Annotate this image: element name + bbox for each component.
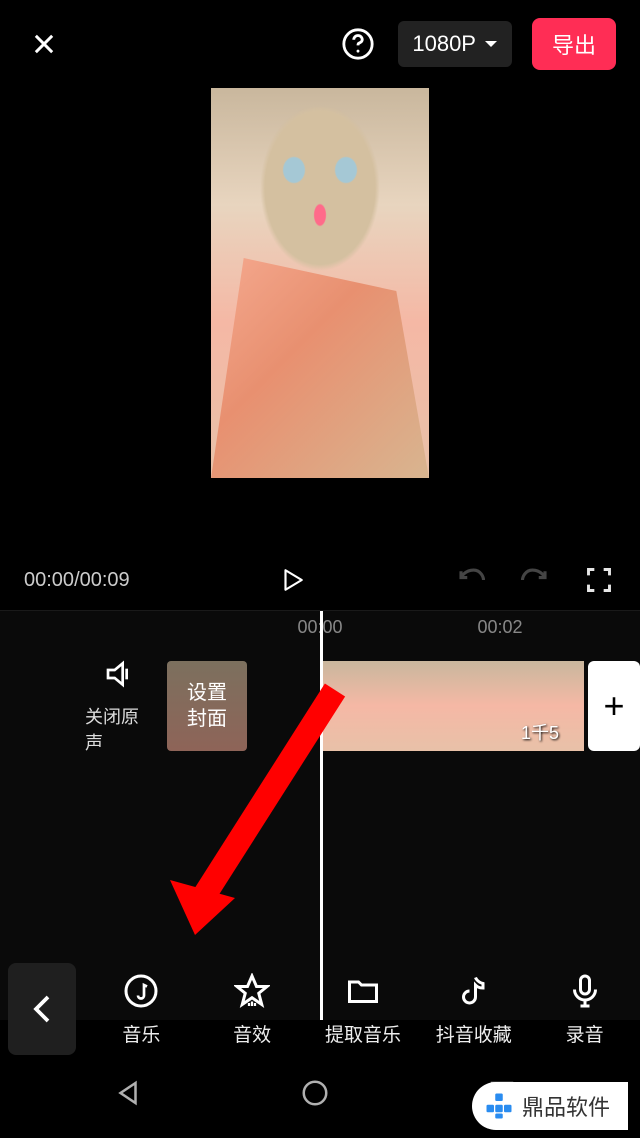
clip-thumb[interactable]: 1千5 <box>496 661 584 751</box>
add-clip-button[interactable]: + <box>588 661 640 751</box>
tool-extract[interactable]: 提取音乐 <box>318 972 408 1047</box>
tool-record[interactable]: 录音 <box>540 972 630 1047</box>
music-icon <box>122 972 160 1010</box>
time-mark: 00:02 <box>477 617 522 638</box>
redo-button[interactable] <box>518 563 552 597</box>
help-icon <box>341 27 375 61</box>
star-icon <box>233 972 271 1010</box>
video-preview <box>0 88 640 550</box>
back-button[interactable] <box>8 963 76 1055</box>
close-icon <box>30 30 58 58</box>
chevron-left-icon <box>33 994 51 1024</box>
tool-label: 音效 <box>233 1020 271 1047</box>
watermark-text: 鼎品软件 <box>522 1090 610 1122</box>
mute-button[interactable] <box>104 658 136 695</box>
playhead[interactable] <box>320 611 323 1020</box>
preview-frame[interactable] <box>211 88 429 478</box>
dropdown-icon <box>484 39 498 49</box>
tool-sfx[interactable]: 音效 <box>207 972 297 1047</box>
set-cover-button[interactable]: 设置封面 <box>167 661 247 751</box>
play-button[interactable] <box>272 560 312 600</box>
folder-icon <box>344 972 382 1010</box>
tool-douyin-fav[interactable]: 抖音收藏 <box>429 972 519 1047</box>
timeline: 00:00 00:02 关闭原声 设置封面 1千5 + <box>0 610 640 1020</box>
douyin-icon <box>455 972 493 1010</box>
export-button[interactable]: 导出 <box>532 18 616 70</box>
top-bar: 1080P 导出 <box>0 0 640 88</box>
undo-button[interactable] <box>454 563 488 597</box>
video-track[interactable]: 1千5 + <box>320 661 640 751</box>
tool-label: 提取音乐 <box>325 1020 401 1047</box>
fullscreen-icon <box>585 566 613 594</box>
export-label: 导出 <box>552 33 596 58</box>
nav-back[interactable] <box>113 1078 153 1118</box>
mute-label: 关闭原声 <box>85 703 155 755</box>
tool-label: 录音 <box>566 1020 604 1047</box>
clip-thumb[interactable] <box>320 661 408 751</box>
undo-icon <box>456 565 486 595</box>
play-icon <box>279 565 305 595</box>
tool-label: 音乐 <box>122 1020 160 1047</box>
circle-home-icon <box>300 1078 330 1108</box>
tool-label: 抖音收藏 <box>436 1020 512 1047</box>
redo-icon <box>520 565 550 595</box>
time-display: 00:00/00:09 <box>24 569 130 592</box>
preview-image <box>255 98 386 278</box>
microphone-icon <box>566 972 604 1010</box>
speaker-icon <box>104 658 136 690</box>
fullscreen-button[interactable] <box>582 563 616 597</box>
resolution-label: 1080P <box>412 31 476 57</box>
triangle-back-icon <box>113 1078 143 1108</box>
watermark: 鼎品软件 <box>472 1082 628 1130</box>
watermark-icon <box>484 1091 514 1121</box>
playback-controls: 00:00/00:09 <box>0 550 640 610</box>
nav-home[interactable] <box>300 1078 340 1118</box>
help-button[interactable] <box>338 24 378 64</box>
tool-music[interactable]: 音乐 <box>96 972 186 1047</box>
close-button[interactable] <box>24 24 64 64</box>
resolution-selector[interactable]: 1080P <box>398 21 512 67</box>
clip-overlay-text: 1千5 <box>496 719 584 745</box>
clip-thumb[interactable] <box>408 661 496 751</box>
